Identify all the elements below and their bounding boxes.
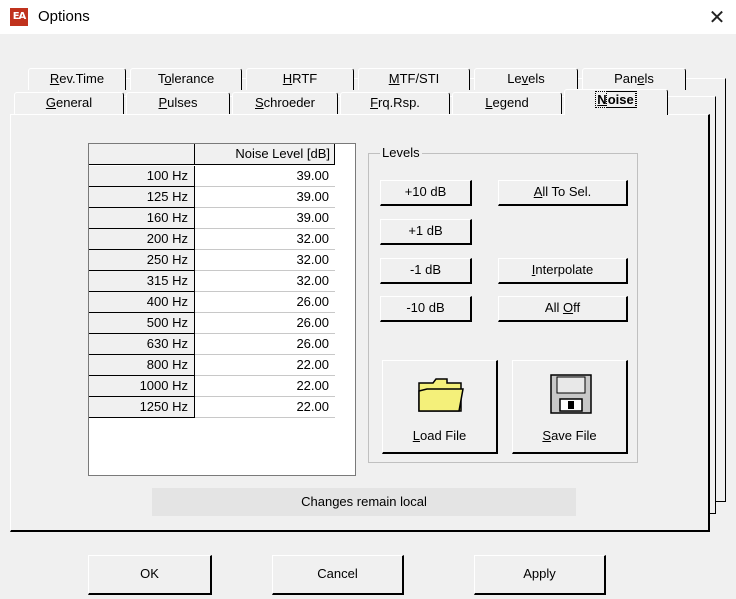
title-bar[interactable] [0,0,736,34]
tab-label: HRTF [282,71,318,86]
noise-level-grid[interactable]: Noise Level [dB] 100 Hz 39.00 125 Hz 39.00 1… [88,143,356,476]
frequency-row-header: 800 Hz [89,355,195,376]
status-message: Changes remain local [152,488,576,516]
tab-label: Frq.Rsp. [370,95,420,110]
minus-1-db-button[interactable]: -1 dB [380,258,472,284]
tab-hrtf[interactable]: HRTF [246,68,354,90]
tab-levels[interactable]: Levels [474,68,578,90]
tab-label: Levels [507,71,545,86]
tab-noise[interactable]: Noise [564,89,668,115]
tab-label: General [45,95,93,110]
plus-1-db-button[interactable]: +1 dB [380,219,472,245]
noise-level-cell[interactable]: 39.00 [195,187,335,208]
frequency-row-header: 200 Hz [89,229,195,250]
load-file-label: Load File [412,428,467,443]
interpolate-button[interactable]: Interpolate [498,258,628,284]
app-icon: EA [10,8,28,26]
noise-level-cell[interactable]: 22.00 [195,397,335,418]
load-file-button[interactable]: Load File [382,360,498,454]
noise-level-cell[interactable]: 32.00 [195,271,335,292]
floppy-disk-icon [550,374,592,414]
noise-level-cell[interactable]: 32.00 [195,229,335,250]
frequency-row-header: 1000 Hz [89,376,195,397]
tab-general[interactable]: General [14,92,124,114]
folder-icon [418,378,464,412]
save-file-button[interactable]: Save File [512,360,628,454]
all-off-button[interactable]: All Off [498,296,628,322]
tab-label: Pulses [158,95,198,110]
levels-group-label: Levels [380,145,422,161]
plus-10-db-button[interactable]: +10 dB [380,180,472,206]
tab-schroeder[interactable]: Schroeder [232,92,338,114]
tab-rev-time[interactable]: Rev.Time [28,68,126,90]
noise-level-cell[interactable]: 32.00 [195,250,335,271]
save-file-label: Save File [542,428,597,443]
apply-button[interactable]: Apply [474,555,606,595]
frequency-row-header: 250 Hz [89,250,195,271]
frequency-row-header: 500 Hz [89,313,195,334]
tab-panels[interactable]: Panels [582,68,686,90]
tab-label: MTF/STI [388,71,440,86]
window-title: Options [38,8,90,25]
ok-button[interactable]: OK [88,555,212,595]
tab-tolerance[interactable]: Tolerance [130,68,242,90]
frequency-row-header: 160 Hz [89,208,195,229]
tab-label: Schroeder [255,95,315,110]
grid-corner-cell [89,144,195,165]
close-button[interactable]: ✕ [700,2,734,32]
frequency-row-header: 100 Hz [89,166,195,187]
frequency-row-header: 125 Hz [89,187,195,208]
tab-label: Panels [614,71,654,86]
tab-mtf-sti[interactable]: MTF/STI [358,68,470,90]
tab-frq-rsp[interactable]: Frq.Rsp. [340,92,450,114]
frequency-row-header: 1250 Hz [89,397,195,418]
noise-level-cell[interactable]: 26.00 [195,313,335,334]
frequency-row-header: 630 Hz [89,334,195,355]
cancel-button[interactable]: Cancel [272,555,404,595]
frequency-row-header: 315 Hz [89,271,195,292]
noise-level-cell[interactable]: 22.00 [195,376,335,397]
noise-level-column-header: Noise Level [dB] [195,144,335,165]
minus-10-db-button[interactable]: -10 dB [380,296,472,322]
tab-label: Rev.Time [49,71,105,86]
noise-level-cell[interactable]: 26.00 [195,292,335,313]
noise-level-cell[interactable]: 26.00 [195,334,335,355]
tab-label: Legend [485,95,529,110]
noise-level-cell[interactable]: 39.00 [195,166,335,187]
frequency-row-header: 400 Hz [89,292,195,313]
noise-level-cell[interactable]: 22.00 [195,355,335,376]
tab-label: Noise [595,91,637,108]
tab-label: Tolerance [157,71,215,86]
noise-level-cell[interactable]: 39.00 [195,208,335,229]
all-to-sel-button[interactable]: All To Sel. [498,180,628,206]
tab-legend[interactable]: Legend [452,92,562,114]
tab-pulses[interactable]: Pulses [126,92,230,114]
